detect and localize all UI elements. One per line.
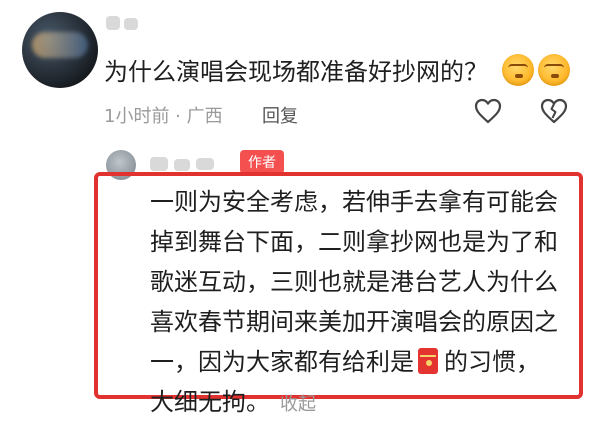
reply-line-segment: 大细无拘。: [150, 388, 270, 416]
reply-line: 一，因为大家都有给利是 的习惯，: [150, 342, 580, 382]
collapse-button[interactable]: 收起: [280, 394, 316, 415]
reply-line-segment: 一，因为大家都有给利是: [150, 348, 414, 376]
broken-heart-icon[interactable]: [540, 98, 568, 124]
reply-line: 歌迷互动，三则也就是港台艺人为什么: [150, 268, 558, 296]
author-username-blurred[interactable]: [150, 154, 236, 174]
reply-button[interactable]: 回复: [262, 102, 298, 128]
reply-line: 大细无拘。 收起: [150, 382, 580, 425]
reply-line: 喜欢春节期间来美加开演唱会的原因之: [150, 308, 558, 336]
comment-text: 为什么演唱会现场都准备好抄网的？: [104, 58, 488, 86]
tongue-face-emoji-icon: [538, 54, 570, 86]
heart-icon[interactable]: [474, 98, 502, 124]
commenter-username-blurred[interactable]: [106, 14, 140, 34]
red-packet-icon: [418, 348, 438, 374]
reply-line: 一则为安全考虑，若伸手去拿有可能会: [150, 188, 558, 216]
commenter-avatar[interactable]: [22, 12, 98, 88]
author-badge: 作者: [240, 150, 284, 174]
reply-line-segment: 的习惯，: [444, 348, 540, 376]
avatar-photo: [32, 32, 88, 58]
reply-line: 掉到舞台下面，二则拿抄网也是为了和: [150, 228, 558, 256]
reply-text: 一则为安全考虑，若伸手去拿有可能会 掉到舞台下面，二则拿抄网也是为了和 歌迷互动…: [150, 182, 580, 425]
tongue-face-emoji-icon: [502, 54, 534, 86]
comment-time-location: 1小时前 · 广西: [104, 106, 223, 127]
